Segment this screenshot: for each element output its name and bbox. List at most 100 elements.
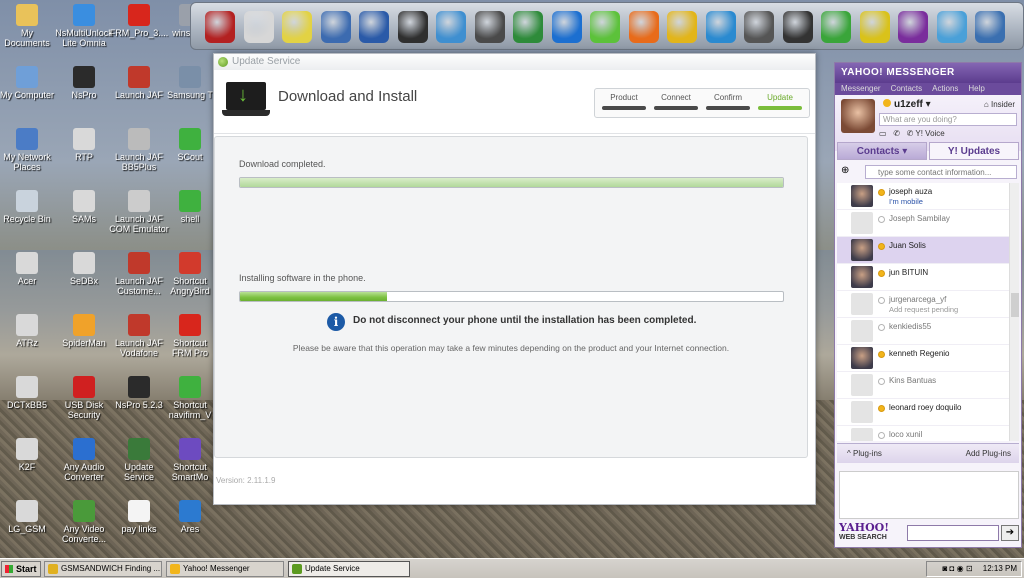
desktop-icon[interactable]: ATRz: [0, 314, 57, 348]
globe-icon[interactable]: [705, 11, 736, 43]
phone2-icon[interactable]: [474, 11, 505, 43]
utorrent-icon[interactable]: [821, 11, 851, 43]
username[interactable]: u1zeff ▾: [883, 99, 931, 110]
desktop-icon[interactable]: Launch JAF COM Emulator: [109, 190, 169, 234]
menu-actions[interactable]: Actions: [932, 84, 958, 93]
desktop-icon[interactable]: Update Service: [109, 438, 169, 482]
desktop-icon[interactable]: Samsung T: [165, 66, 215, 100]
desktop-icon[interactable]: Ares: [165, 500, 215, 534]
desktop-icon[interactable]: My Network Places: [0, 128, 57, 172]
desktop-icon-image: [73, 128, 95, 150]
contact-row[interactable]: kenkiedis55: [837, 318, 1009, 345]
contact-row[interactable]: jun BITUIN: [837, 264, 1009, 291]
contact-row[interactable]: Kins Bantuas: [837, 372, 1009, 399]
contact-row[interactable]: Joseph Sambilay: [837, 210, 1009, 237]
menu-help[interactable]: Help: [968, 84, 984, 93]
desktop-icon-label: pay links: [121, 524, 157, 534]
desktop-icon[interactable]: USB Disk Security: [53, 376, 115, 420]
teamviewer-icon[interactable]: [551, 11, 582, 43]
desktop-icon[interactable]: SCout: [165, 128, 215, 162]
firefox-icon[interactable]: [628, 11, 659, 43]
desktop-icon-label: My Network Places: [3, 152, 51, 172]
contacts-tool-icon[interactable]: ▭: [879, 129, 887, 138]
contact-row[interactable]: leonard roey doquilo: [837, 399, 1009, 426]
voice-tool-icon[interactable]: ✆ Y! Voice: [907, 129, 945, 138]
content-panel: Download completed. Installing software …: [214, 136, 808, 458]
usb-icon[interactable]: [590, 11, 620, 43]
contact-row[interactable]: loco xunil: [837, 426, 1009, 441]
desktop-icon[interactable]: Launch JAF Custome...: [109, 252, 169, 296]
taskbar-button[interactable]: GSMSANDWICH Finding ...: [44, 561, 162, 577]
desktop-icon[interactable]: RTP: [53, 128, 115, 162]
power-icon[interactable]: [205, 11, 235, 43]
desktop-icon[interactable]: SAMs: [53, 190, 115, 224]
contact-row[interactable]: joseph auza I'm mobile: [837, 183, 1009, 210]
call-tool-icon[interactable]: ✆: [893, 129, 900, 138]
desktop-icon[interactable]: Any Audio Converter: [53, 438, 115, 482]
chrome-icon[interactable]: [667, 11, 697, 43]
itech-icon[interactable]: [282, 11, 312, 43]
desktop-icon[interactable]: DCTxBB5: [0, 376, 57, 410]
phone-icon[interactable]: [397, 11, 428, 43]
desktop-icon[interactable]: Shortcut AngryBird: [165, 252, 215, 296]
step-label: Update: [767, 93, 793, 102]
taskbar-button[interactable]: Update Service: [288, 561, 410, 577]
z-icon[interactable]: [859, 11, 890, 43]
desktop-icon[interactable]: LG_GSM: [0, 500, 57, 534]
media-icon[interactable]: [436, 11, 466, 43]
start-button[interactable]: Start: [1, 561, 41, 577]
desktop-icon[interactable]: Launch JAF BB5Plus: [109, 128, 169, 172]
gear-icon[interactable]: [975, 11, 1005, 43]
network-icon[interactable]: [936, 11, 967, 43]
disc-icon[interactable]: [243, 11, 274, 43]
desktop-icon[interactable]: shell: [165, 190, 215, 224]
desktop-icon[interactable]: My Documents: [0, 4, 57, 48]
add-plugins-link[interactable]: Add Plug-ins: [966, 444, 1011, 464]
screen-icon[interactable]: [513, 11, 543, 43]
tray-icons[interactable]: ◙ ◘ ◉ ⊡: [943, 564, 973, 573]
scroll-thumb[interactable]: [1011, 293, 1019, 317]
desktop-icon[interactable]: Shortcut FRM Pro: [165, 314, 215, 358]
desktop-icon[interactable]: pay links: [109, 500, 169, 534]
desktop-icon[interactable]: SeDBx: [53, 252, 115, 286]
window-titlebar[interactable]: Update Service: [214, 54, 815, 70]
menu-messenger[interactable]: Messenger: [841, 84, 881, 93]
contact-status-icon: [878, 270, 885, 277]
desktop-icon[interactable]: K2F: [0, 438, 57, 472]
contact-row[interactable]: Juan Solis: [837, 237, 1009, 264]
flash-icon[interactable]: [744, 11, 774, 43]
contact-list-scrollbar[interactable]: [1009, 183, 1019, 441]
device-icon[interactable]: [782, 11, 813, 43]
desktop-icon[interactable]: Launch JAF Vodafone: [109, 314, 169, 358]
desktop-icon[interactable]: Shortcut navifirm_V: [165, 376, 215, 420]
desktop-icon[interactable]: Shortcut SmartMo: [165, 438, 215, 482]
desktop-icon[interactable]: SpiderMan: [53, 314, 115, 348]
desktop-icon[interactable]: FRM_Pro_3....: [109, 4, 169, 38]
desktop-icon[interactable]: Acer: [0, 252, 57, 286]
desktop-icon[interactable]: NsPro 5.2.3: [109, 376, 169, 410]
taskbar-button[interactable]: Yahoo! Messenger: [166, 561, 284, 577]
desktop-icon[interactable]: Any Video Converte...: [53, 500, 115, 544]
web-search-input[interactable]: [907, 525, 999, 541]
desktop-icon[interactable]: Recycle Bin: [0, 190, 57, 224]
menu-contacts[interactable]: Contacts: [891, 84, 923, 93]
desktop-icon[interactable]: NsMultiUnlock Lite Omnia: [53, 4, 115, 48]
add-contact-icon[interactable]: ⊕: [841, 165, 849, 176]
step-label: Confirm: [713, 93, 742, 102]
yahoo-icon[interactable]: [898, 11, 928, 43]
web-search-go-button[interactable]: ➔: [1001, 525, 1019, 541]
contact-row[interactable]: kenneth Regenio: [837, 345, 1009, 372]
insider-link[interactable]: ⌂ Insider: [984, 100, 1015, 109]
contact-search-input[interactable]: [865, 165, 1017, 179]
plugins-toggle[interactable]: ^ Plug-ins: [847, 444, 882, 464]
contact-row[interactable]: jurgenarcega_yf Add request pending: [837, 291, 1009, 318]
tab-contacts[interactable]: Contacts ▾: [837, 142, 927, 160]
tab-updates[interactable]: Y! Updates: [929, 142, 1019, 160]
desktop-icon[interactable]: My Computer: [0, 66, 57, 100]
desktop-icon[interactable]: Launch JAF: [109, 66, 169, 100]
desktop-icon[interactable]: NsPro: [53, 66, 115, 100]
avatar[interactable]: [841, 99, 875, 133]
monitor-icon[interactable]: [320, 11, 351, 43]
status-message-input[interactable]: What are you doing?: [879, 113, 1017, 126]
word-icon[interactable]: [359, 11, 389, 43]
